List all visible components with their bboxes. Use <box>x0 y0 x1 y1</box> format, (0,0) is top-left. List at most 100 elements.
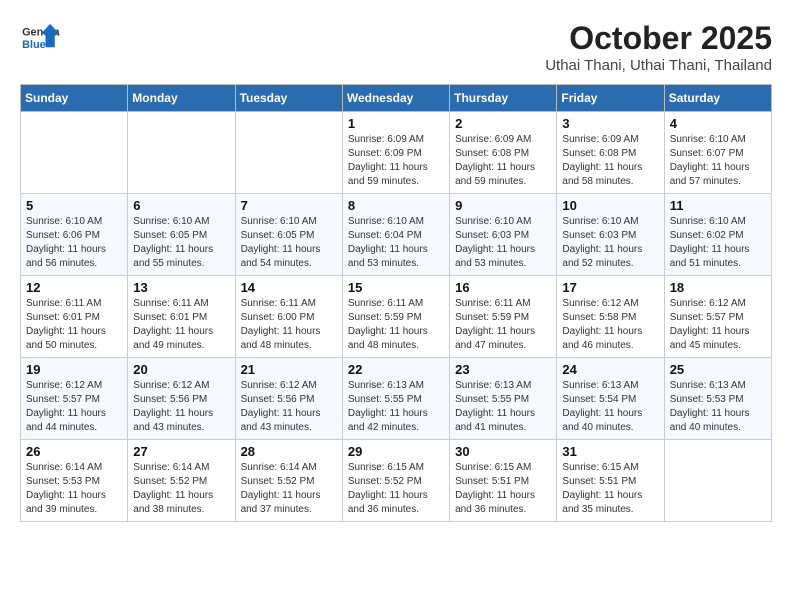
calendar-cell: 12 Sunrise: 6:11 AM Sunset: 6:01 PM Dayli… <box>21 276 128 358</box>
day-info: Sunrise: 6:10 AM Sunset: 6:05 PM Dayligh… <box>241 215 337 271</box>
day-number: 2 <box>455 116 551 131</box>
day-number: 18 <box>670 280 766 295</box>
day-info: Sunrise: 6:12 AM Sunset: 5:56 PM Dayligh… <box>241 379 337 435</box>
day-info: Sunrise: 6:10 AM Sunset: 6:07 PM Dayligh… <box>670 133 766 189</box>
day-info: Sunrise: 6:09 AM Sunset: 6:09 PM Dayligh… <box>348 133 444 189</box>
day-info: Sunrise: 6:12 AM Sunset: 5:56 PM Dayligh… <box>133 379 229 435</box>
day-number: 7 <box>241 198 337 213</box>
calendar-cell: 23 Sunrise: 6:13 AM Sunset: 5:55 PM Dayli… <box>450 358 557 440</box>
day-info: Sunrise: 6:10 AM Sunset: 6:02 PM Dayligh… <box>670 215 766 271</box>
day-info: Sunrise: 6:11 AM Sunset: 5:59 PM Dayligh… <box>455 297 551 353</box>
calendar-cell: 9 Sunrise: 6:10 AM Sunset: 6:03 PM Daylig… <box>450 194 557 276</box>
day-number: 21 <box>241 362 337 377</box>
day-number: 8 <box>348 198 444 213</box>
calendar-cell: 8Sunrise: 6:10 AM Sunset: 6:04 PM Daylig… <box>342 194 449 276</box>
calendar-cell: 31 Sunrise: 6:15 AM Sunset: 5:51 PM Dayli… <box>557 440 664 522</box>
calendar-cell: 2 Sunrise: 6:09 AM Sunset: 6:08 PM Daylig… <box>450 112 557 194</box>
calendar-cell: 16 Sunrise: 6:11 AM Sunset: 5:59 PM Dayli… <box>450 276 557 358</box>
weekday-header: Monday <box>128 85 235 112</box>
page-header: General Blue October 2025 Uthai Thani, U… <box>20 20 772 74</box>
day-number: 22 <box>348 362 444 377</box>
day-number: 16 <box>455 280 551 295</box>
calendar-cell <box>664 440 771 522</box>
day-number: 31 <box>562 444 658 459</box>
day-info: Sunrise: 6:11 AM Sunset: 6:01 PM Dayligh… <box>133 297 229 353</box>
day-number: 30 <box>455 444 551 459</box>
day-number: 9 <box>455 198 551 213</box>
calendar-cell: 15 Sunrise: 6:11 AM Sunset: 5:59 PM Dayli… <box>342 276 449 358</box>
day-number: 4 <box>670 116 766 131</box>
day-info: Sunrise: 6:09 AM Sunset: 6:08 PM Dayligh… <box>455 133 551 189</box>
calendar-cell: 20 Sunrise: 6:12 AM Sunset: 5:56 PM Dayli… <box>128 358 235 440</box>
day-number: 20 <box>133 362 229 377</box>
title-block: October 2025 Uthai Thani, Uthai Thani, T… <box>545 20 772 74</box>
day-number: 10 <box>562 198 658 213</box>
day-info: Sunrise: 6:10 AM Sunset: 6:03 PM Dayligh… <box>455 215 551 271</box>
day-info: Sunrise: 6:12 AM Sunset: 5:57 PM Dayligh… <box>26 379 122 435</box>
day-number: 23 <box>455 362 551 377</box>
day-info: Sunrise: 6:15 AM Sunset: 5:52 PM Dayligh… <box>348 461 444 517</box>
day-info: Sunrise: 6:11 AM Sunset: 6:00 PM Dayligh… <box>241 297 337 353</box>
day-info: Sunrise: 6:13 AM Sunset: 5:53 PM Dayligh… <box>670 379 766 435</box>
weekday-header-row: SundayMondayTuesdayWednesdayThursdayFrid… <box>21 85 772 112</box>
calendar-week-row: 19 Sunrise: 6:12 AM Sunset: 5:57 PM Dayli… <box>21 358 772 440</box>
day-info: Sunrise: 6:13 AM Sunset: 5:55 PM Dayligh… <box>348 379 444 435</box>
calendar-cell <box>21 112 128 194</box>
calendar-cell: 21 Sunrise: 6:12 AM Sunset: 5:56 PM Dayli… <box>235 358 342 440</box>
weekday-header: Thursday <box>450 85 557 112</box>
calendar-cell: 10 Sunrise: 6:10 AM Sunset: 6:03 PM Dayli… <box>557 194 664 276</box>
calendar-cell: 1 Sunrise: 6:09 AM Sunset: 6:09 PM Daylig… <box>342 112 449 194</box>
day-number: 25 <box>670 362 766 377</box>
day-info: Sunrise: 6:10 AM Sunset: 6:03 PM Dayligh… <box>562 215 658 271</box>
logo: General Blue <box>20 20 60 55</box>
day-number: 11 <box>670 198 766 213</box>
calendar-week-row: 5Sunrise: 6:10 AM Sunset: 6:06 PM Daylig… <box>21 194 772 276</box>
calendar-cell: 29 Sunrise: 6:15 AM Sunset: 5:52 PM Dayli… <box>342 440 449 522</box>
calendar-cell: 14 Sunrise: 6:11 AM Sunset: 6:00 PM Dayli… <box>235 276 342 358</box>
calendar-cell: 19 Sunrise: 6:12 AM Sunset: 5:57 PM Dayli… <box>21 358 128 440</box>
calendar-cell: 4 Sunrise: 6:10 AM Sunset: 6:07 PM Daylig… <box>664 112 771 194</box>
day-info: Sunrise: 6:15 AM Sunset: 5:51 PM Dayligh… <box>455 461 551 517</box>
calendar-cell: 24 Sunrise: 6:13 AM Sunset: 5:54 PM Dayli… <box>557 358 664 440</box>
calendar-cell: 13 Sunrise: 6:11 AM Sunset: 6:01 PM Dayli… <box>128 276 235 358</box>
day-number: 15 <box>348 280 444 295</box>
weekday-header: Friday <box>557 85 664 112</box>
day-info: Sunrise: 6:14 AM Sunset: 5:53 PM Dayligh… <box>26 461 122 517</box>
calendar-cell <box>235 112 342 194</box>
day-number: 6 <box>133 198 229 213</box>
day-number: 26 <box>26 444 122 459</box>
day-number: 14 <box>241 280 337 295</box>
calendar-cell: 11 Sunrise: 6:10 AM Sunset: 6:02 PM Dayli… <box>664 194 771 276</box>
day-info: Sunrise: 6:13 AM Sunset: 5:55 PM Dayligh… <box>455 379 551 435</box>
location-subtitle: Uthai Thani, Uthai Thani, Thailand <box>545 57 772 74</box>
day-number: 13 <box>133 280 229 295</box>
calendar-cell: 28Sunrise: 6:14 AM Sunset: 5:52 PM Dayli… <box>235 440 342 522</box>
day-info: Sunrise: 6:11 AM Sunset: 6:01 PM Dayligh… <box>26 297 122 353</box>
day-number: 29 <box>348 444 444 459</box>
day-info: Sunrise: 6:11 AM Sunset: 5:59 PM Dayligh… <box>348 297 444 353</box>
calendar-cell: 26 Sunrise: 6:14 AM Sunset: 5:53 PM Dayli… <box>21 440 128 522</box>
logo-icon: General Blue <box>20 20 60 55</box>
calendar-cell: 18Sunrise: 6:12 AM Sunset: 5:57 PM Dayli… <box>664 276 771 358</box>
calendar-cell: 30 Sunrise: 6:15 AM Sunset: 5:51 PM Dayli… <box>450 440 557 522</box>
month-title: October 2025 <box>545 20 772 57</box>
day-number: 19 <box>26 362 122 377</box>
calendar-week-row: 26 Sunrise: 6:14 AM Sunset: 5:53 PM Dayli… <box>21 440 772 522</box>
day-info: Sunrise: 6:14 AM Sunset: 5:52 PM Dayligh… <box>241 461 337 517</box>
day-number: 24 <box>562 362 658 377</box>
day-info: Sunrise: 6:12 AM Sunset: 5:58 PM Dayligh… <box>562 297 658 353</box>
svg-text:Blue: Blue <box>22 39 46 51</box>
calendar-cell: 22 Sunrise: 6:13 AM Sunset: 5:55 PM Dayli… <box>342 358 449 440</box>
day-number: 3 <box>562 116 658 131</box>
day-number: 17 <box>562 280 658 295</box>
day-number: 27 <box>133 444 229 459</box>
day-info: Sunrise: 6:10 AM Sunset: 6:06 PM Dayligh… <box>26 215 122 271</box>
calendar-week-row: 1 Sunrise: 6:09 AM Sunset: 6:09 PM Daylig… <box>21 112 772 194</box>
day-info: Sunrise: 6:15 AM Sunset: 5:51 PM Dayligh… <box>562 461 658 517</box>
day-info: Sunrise: 6:13 AM Sunset: 5:54 PM Dayligh… <box>562 379 658 435</box>
weekday-header: Wednesday <box>342 85 449 112</box>
calendar-cell: 6Sunrise: 6:10 AM Sunset: 6:05 PM Daylig… <box>128 194 235 276</box>
day-number: 1 <box>348 116 444 131</box>
calendar-cell <box>128 112 235 194</box>
day-number: 12 <box>26 280 122 295</box>
